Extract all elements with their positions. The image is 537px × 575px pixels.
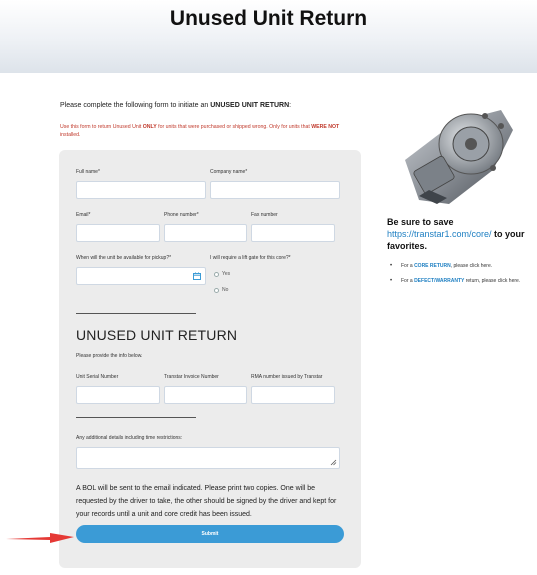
section-subtitle: Please provide the info below. [76, 353, 143, 359]
serial-input[interactable] [76, 386, 160, 404]
liftgate-label: I will require a lift gate for this core… [210, 255, 291, 261]
sidebar-links-list: For a CORE RETURN, please click here. Fo… [390, 262, 522, 292]
divider [76, 313, 196, 314]
defect-warranty-link[interactable]: DEFECT/WARRANTY [414, 278, 464, 284]
serial-label: Unit Serial Number [76, 374, 119, 380]
rma-input[interactable] [251, 386, 335, 404]
details-textarea[interactable] [76, 447, 340, 469]
phone-label: Phone number* [164, 212, 199, 218]
invoice-input[interactable] [164, 386, 247, 404]
calendar-icon[interactable] [193, 272, 201, 280]
email-label: Email* [76, 212, 91, 218]
liftgate-no-radio[interactable]: No [214, 287, 228, 293]
details-label: Any additional details including time re… [76, 435, 183, 441]
pickup-label: When will the unit be available for pick… [76, 255, 172, 261]
fax-input[interactable] [251, 224, 335, 242]
core-url-link[interactable]: https://transtar1.com/core/ [387, 229, 492, 239]
fax-label: Fax number [251, 212, 278, 218]
resize-grip-icon[interactable] [330, 459, 337, 466]
list-item: For a DEFECT/WARRANTY return, please cli… [390, 277, 522, 286]
arrow-pointer-icon [6, 533, 74, 543]
return-form: Full name* Company name* Email* Phone nu… [59, 150, 361, 568]
company-name-input[interactable] [210, 181, 340, 199]
company-name-label: Company name* [210, 169, 248, 175]
warning-text: Use this form to return Unused Unit ONLY… [60, 124, 340, 138]
core-return-click-here-link[interactable]: , please click here. [451, 263, 492, 269]
bol-notice: A BOL will be sent to the email indicate… [76, 485, 337, 518]
page-header: Unused Unit Return [0, 0, 537, 73]
core-return-link[interactable]: CORE RETURN [414, 263, 451, 269]
liftgate-yes-radio[interactable]: Yes [214, 271, 230, 277]
divider [76, 417, 196, 418]
radio-circle-icon [214, 287, 219, 293]
intro-text: Please complete the following form to in… [60, 102, 292, 109]
phone-input[interactable] [164, 224, 247, 242]
rma-label: RMA number issued by Transtar [251, 374, 323, 380]
pickup-date-input[interactable] [76, 267, 206, 285]
email-input[interactable] [76, 224, 160, 242]
transmission-image [405, 110, 513, 204]
defect-warranty-click-here-link[interactable]: return, please click here. [464, 278, 520, 284]
submit-button[interactable]: Submit [76, 525, 344, 543]
section-title: UNUSED UNIT RETURN [76, 327, 238, 343]
full-name-input[interactable] [76, 181, 206, 199]
list-item: For a CORE RETURN, please click here. [390, 262, 522, 271]
favorites-reminder: Be sure to save https://transtar1.com/co… [387, 217, 525, 251]
page-title: Unused Unit Return [169, 7, 368, 30]
full-name-label: Full name* [76, 169, 100, 175]
invoice-label: Transtar Invoice Number [164, 374, 219, 380]
radio-circle-icon [214, 271, 219, 277]
